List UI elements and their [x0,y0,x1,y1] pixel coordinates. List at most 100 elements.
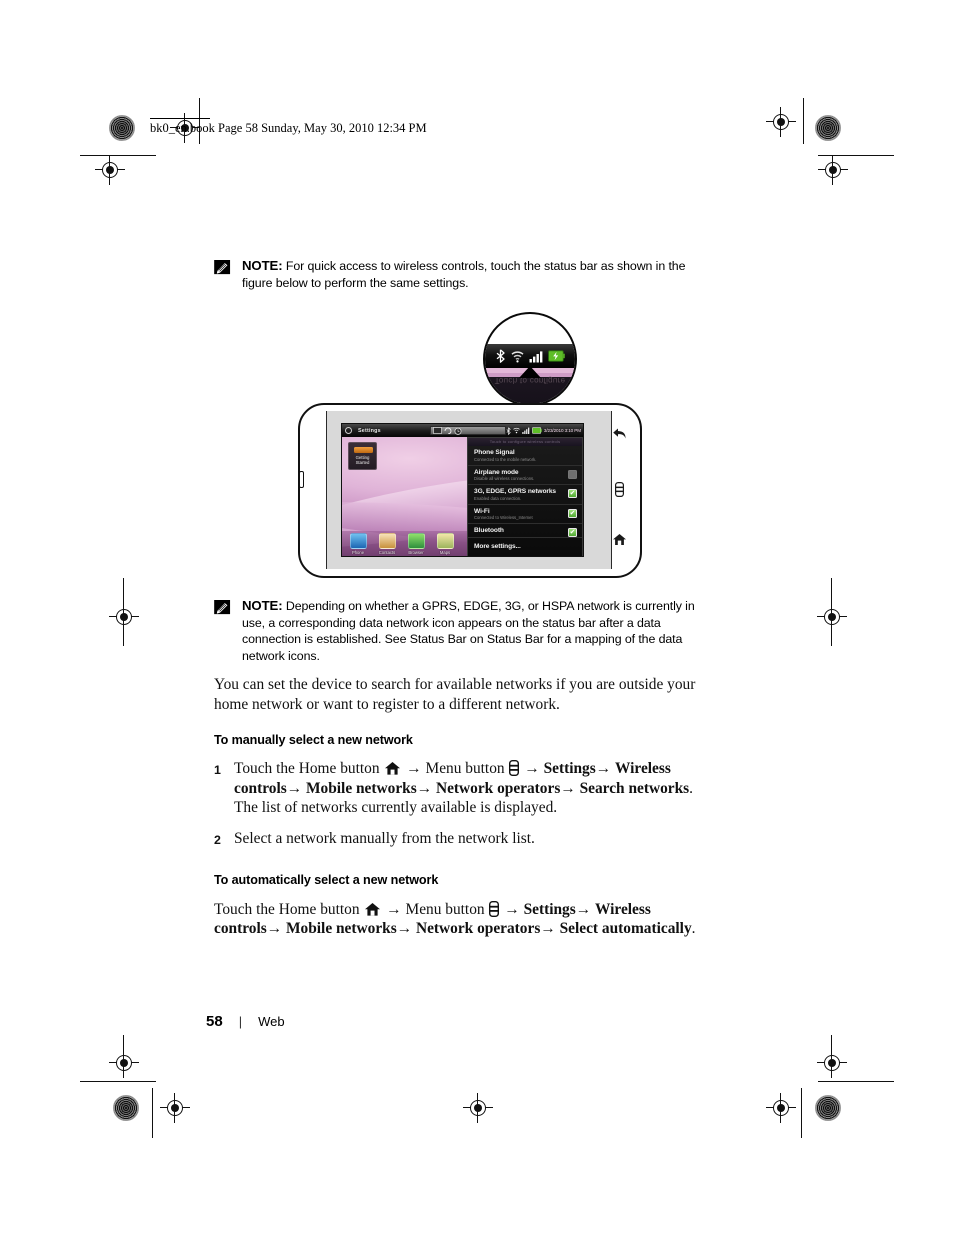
row-title: Phone Signal [474,449,515,456]
home-icon [365,902,381,916]
path-settings: Settings [523,900,576,918]
note-text-1: For quick access to wireless controls, t… [242,259,686,290]
bluetooth-checkbox[interactable]: ✔ [568,528,577,537]
note-label-2: NOTE: [242,598,283,613]
arrow-glyph: → [524,760,540,778]
intro-paragraph: You can set the device to search for ava… [214,676,696,713]
crop-line-bottom-right-v [831,1035,833,1069]
status-bar-right-icons: 3/23/2010 3:10 PM [506,426,581,435]
dropdown-more-settings[interactable]: More settings... [468,538,582,553]
crop-line-bottom-left-v [123,1035,125,1069]
step-1: 1 Touch the Home button → Menu button → … [214,759,716,818]
dropdown-row-data-networks[interactable]: 3G, EDGE, GPRS networks Enabled data con… [468,485,582,505]
halftone-circle-bottom-left [113,1095,139,1121]
status-bar-timestamp: 3/23/2010 3:10 PM [543,428,581,433]
widget-label: Getting Started [355,455,370,466]
hardware-key-home[interactable] [608,533,630,551]
back-icon [612,428,626,439]
main-content: You can set the device to search for ava… [214,675,716,939]
footer-separator: | [238,1014,243,1029]
home-icon [385,762,401,775]
note-text-2: Depending on whether a GPRS, EDGE, 3G, o… [242,599,695,663]
row-subtitle: Disable all wireless connections. [474,476,535,481]
dropdown-row-bluetooth[interactable]: Bluetooth ✔ [468,524,582,538]
registration-target-bottom-right-inner [766,1093,796,1123]
browser-icon [407,533,425,549]
bluetooth-icon [506,426,511,435]
magnified-status-bar [485,344,575,368]
page-header: bk0_en.book Page 58 Sunday, May 30, 2010… [150,121,427,135]
arrow-glyph: → [386,900,402,918]
instruction-middle: Menu button [405,900,485,918]
path-mobile-networks: Mobile networks [305,779,417,797]
step-number: 1 [214,763,221,778]
step-2: 2 Select a network manually from the net… [214,829,716,851]
halftone-circle-bottom-right [815,1095,841,1121]
crop-line-bottom-left-v2 [152,1088,154,1138]
registration-target-bottom-left [160,1093,190,1123]
wifi-checkbox[interactable]: ✔ [568,508,577,518]
hardware-key-menu[interactable] [608,482,630,502]
note-label-1: NOTE: [242,258,283,273]
halftone-circle-top-left [109,115,135,141]
alarm-icon [454,427,462,435]
step-text: Touch the Home button → Menu button → Se… [234,760,694,817]
path-select-automatically: Select automatically [559,920,692,938]
airplane-mode-checkbox[interactable] [568,469,577,479]
row-subtitle: Enabled data connection. [474,495,522,501]
registration-target-left-upper [95,155,125,185]
signal-bars-icon [529,350,543,362]
dock-item-maps[interactable]: Maps [433,533,457,555]
status-bar-app-name: Settings [358,427,381,434]
device-status-bar[interactable]: Settings 3/23/2010 3:10 PM [342,424,583,437]
registration-target-right-mid [817,602,847,632]
path-search-networks: Search networks [579,779,690,797]
device-bezel: Settings 3/23/2010 3:10 PM Getting Start… [326,411,612,569]
registration-target-bottom-center [463,1093,493,1123]
row-title: Wi-Fi [474,507,490,515]
dock-label: Phone [351,550,365,555]
wireless-controls-dropdown[interactable]: Touch to configure wireless controls Pho… [467,437,583,556]
dock-label: Browser [408,550,424,555]
maps-icon [436,533,454,549]
status-bar-center-icons [430,426,506,435]
row-title: Airplane mode [474,468,519,476]
crop-line-bottom-left-h [80,1081,156,1083]
step-middle: Menu button [425,760,505,778]
dropdown-row-wifi[interactable]: Wi-Fi Connected to Wireless_Internet ✔ [468,505,582,524]
hardware-key-back[interactable] [608,427,630,445]
menu-icon [614,482,624,498]
row-subtitle: Connected to the mobile network. [474,456,537,462]
data-networks-checkbox[interactable]: ✔ [568,489,577,498]
path-network-operators: Network operators [435,779,561,797]
home-icon [612,534,626,545]
dock-item-phone[interactable]: Phone [346,533,370,555]
bluetooth-icon [496,349,505,363]
crop-line-bottom-right-h [818,1081,894,1083]
menu-icon [489,900,500,917]
registration-target-left-mid [109,602,139,632]
dock-label: Maps [439,550,451,555]
arrow-glyph: → [406,760,422,778]
step-suffix: The list of networks currently available… [234,799,558,817]
halftone-circle-top-right [815,115,841,141]
dropdown-row-phone-signal[interactable]: Phone Signal Connected to the mobile net… [468,446,582,466]
row-subtitle: Connected to Wireless_Internet [474,515,533,520]
arrow-glyph: → [504,900,520,918]
registration-target-top-right [766,107,796,137]
widget-graphic [354,447,373,453]
page-footer: 58 | Web [206,1013,285,1030]
auto-instruction: Touch the Home button → Menu button → Se… [214,900,696,938]
menu-icon [509,760,520,777]
dropdown-row-airplane-mode[interactable]: Airplane mode Disable all wireless conne… [468,466,582,485]
dock-item-browser[interactable]: Browser [404,533,428,555]
dock-item-contacts[interactable]: Contacts [375,533,399,555]
section-heading-automatic: To automatically select a new network [214,872,439,887]
section-heading-manual: To manually select a new network [214,733,413,748]
row-title: 3G, EDGE, GPRS networks [474,488,556,495]
wifi-icon [513,427,520,434]
tablet-device-illustration: Settings 3/23/2010 3:10 PM Getting Start… [298,403,642,578]
note-pencil-icon [214,600,231,615]
device-figure: Touch to configure Settings 3/23/2010 3:… [280,300,680,590]
getting-started-widget[interactable]: Getting Started [348,442,377,470]
